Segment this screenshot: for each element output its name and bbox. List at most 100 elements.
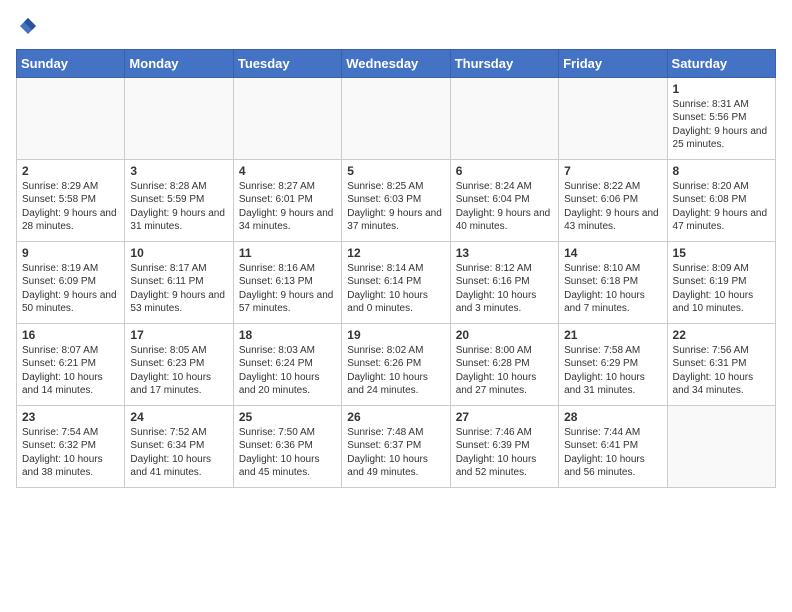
calendar-cell: 3 Sunrise: 8:28 AM Sunset: 5:59 PM Daylig… xyxy=(125,159,233,241)
day-number: 17 xyxy=(130,328,227,342)
day-info: Sunrise: 7:46 AM Sunset: 6:39 PM Dayligh… xyxy=(456,426,553,480)
calendar-cell: 17 Sunrise: 8:05 AM Sunset: 6:23 PM Dayli… xyxy=(125,323,233,405)
calendar-cell: 19 Sunrise: 8:02 AM Sunset: 6:26 PM Dayli… xyxy=(342,323,450,405)
day-number: 23 xyxy=(22,410,119,424)
day-info: Sunrise: 8:07 AM Sunset: 6:21 PM Dayligh… xyxy=(22,344,119,398)
calendar-cell: 22 Sunrise: 7:56 AM Sunset: 6:31 PM Dayli… xyxy=(667,323,775,405)
day-info: Sunrise: 8:00 AM Sunset: 6:28 PM Dayligh… xyxy=(456,344,553,398)
calendar-cell xyxy=(17,77,125,159)
week-row-2: 2 Sunrise: 8:29 AM Sunset: 5:58 PM Daylig… xyxy=(17,159,776,241)
day-number: 2 xyxy=(22,164,119,178)
day-number: 12 xyxy=(347,246,444,260)
day-number: 22 xyxy=(673,328,770,342)
calendar-cell: 18 Sunrise: 8:03 AM Sunset: 6:24 PM Dayli… xyxy=(233,323,341,405)
page-header xyxy=(16,16,776,41)
day-header-wednesday: Wednesday xyxy=(342,49,450,77)
calendar-cell xyxy=(233,77,341,159)
day-number: 6 xyxy=(456,164,553,178)
day-info: Sunrise: 8:16 AM Sunset: 6:13 PM Dayligh… xyxy=(239,262,336,316)
day-number: 5 xyxy=(347,164,444,178)
day-info: Sunrise: 8:24 AM Sunset: 6:04 PM Dayligh… xyxy=(456,180,553,234)
day-header-monday: Monday xyxy=(125,49,233,77)
calendar-cell: 24 Sunrise: 7:52 AM Sunset: 6:34 PM Dayli… xyxy=(125,405,233,487)
logo-icon xyxy=(18,16,38,36)
day-number: 1 xyxy=(673,82,770,96)
day-info: Sunrise: 7:52 AM Sunset: 6:34 PM Dayligh… xyxy=(130,426,227,480)
day-number: 20 xyxy=(456,328,553,342)
day-info: Sunrise: 8:17 AM Sunset: 6:11 PM Dayligh… xyxy=(130,262,227,316)
day-info: Sunrise: 8:10 AM Sunset: 6:18 PM Dayligh… xyxy=(564,262,661,316)
day-number: 13 xyxy=(456,246,553,260)
calendar-cell: 12 Sunrise: 8:14 AM Sunset: 6:14 PM Dayli… xyxy=(342,241,450,323)
day-info: Sunrise: 7:58 AM Sunset: 6:29 PM Dayligh… xyxy=(564,344,661,398)
calendar-cell: 23 Sunrise: 7:54 AM Sunset: 6:32 PM Dayli… xyxy=(17,405,125,487)
calendar-table: SundayMondayTuesdayWednesdayThursdayFrid… xyxy=(16,49,776,488)
day-info: Sunrise: 8:05 AM Sunset: 6:23 PM Dayligh… xyxy=(130,344,227,398)
day-info: Sunrise: 8:31 AM Sunset: 5:56 PM Dayligh… xyxy=(673,98,770,152)
day-number: 10 xyxy=(130,246,227,260)
day-header-sunday: Sunday xyxy=(17,49,125,77)
day-header-friday: Friday xyxy=(559,49,667,77)
day-number: 16 xyxy=(22,328,119,342)
calendar-cell: 8 Sunrise: 8:20 AM Sunset: 6:08 PM Daylig… xyxy=(667,159,775,241)
day-number: 27 xyxy=(456,410,553,424)
calendar-cell: 26 Sunrise: 7:48 AM Sunset: 6:37 PM Dayli… xyxy=(342,405,450,487)
calendar-cell xyxy=(342,77,450,159)
day-info: Sunrise: 7:44 AM Sunset: 6:41 PM Dayligh… xyxy=(564,426,661,480)
day-info: Sunrise: 8:12 AM Sunset: 6:16 PM Dayligh… xyxy=(456,262,553,316)
day-info: Sunrise: 8:14 AM Sunset: 6:14 PM Dayligh… xyxy=(347,262,444,316)
day-info: Sunrise: 7:50 AM Sunset: 6:36 PM Dayligh… xyxy=(239,426,336,480)
week-row-4: 16 Sunrise: 8:07 AM Sunset: 6:21 PM Dayli… xyxy=(17,323,776,405)
calendar-cell: 6 Sunrise: 8:24 AM Sunset: 6:04 PM Daylig… xyxy=(450,159,558,241)
day-number: 21 xyxy=(564,328,661,342)
day-info: Sunrise: 8:09 AM Sunset: 6:19 PM Dayligh… xyxy=(673,262,770,316)
day-number: 19 xyxy=(347,328,444,342)
day-number: 25 xyxy=(239,410,336,424)
day-info: Sunrise: 8:27 AM Sunset: 6:01 PM Dayligh… xyxy=(239,180,336,234)
week-row-3: 9Sunrise: 8:19 AM Sunset: 6:09 PM Daylig… xyxy=(17,241,776,323)
day-info: Sunrise: 8:22 AM Sunset: 6:06 PM Dayligh… xyxy=(564,180,661,234)
calendar-cell xyxy=(450,77,558,159)
calendar-cell: 1 Sunrise: 8:31 AM Sunset: 5:56 PM Daylig… xyxy=(667,77,775,159)
calendar-cell: 25 Sunrise: 7:50 AM Sunset: 6:36 PM Dayli… xyxy=(233,405,341,487)
day-number: 24 xyxy=(130,410,227,424)
day-header-saturday: Saturday xyxy=(667,49,775,77)
calendar-cell xyxy=(667,405,775,487)
calendar-cell: 14 Sunrise: 8:10 AM Sunset: 6:18 PM Dayli… xyxy=(559,241,667,323)
calendar-cell: 20 Sunrise: 8:00 AM Sunset: 6:28 PM Dayli… xyxy=(450,323,558,405)
calendar-cell: 28Sunrise: 7:44 AM Sunset: 6:41 PM Dayli… xyxy=(559,405,667,487)
day-info: Sunrise: 7:48 AM Sunset: 6:37 PM Dayligh… xyxy=(347,426,444,480)
calendar-cell: 27 Sunrise: 7:46 AM Sunset: 6:39 PM Dayli… xyxy=(450,405,558,487)
day-info: Sunrise: 8:28 AM Sunset: 5:59 PM Dayligh… xyxy=(130,180,227,234)
day-number: 14 xyxy=(564,246,661,260)
day-number: 8 xyxy=(673,164,770,178)
calendar-cell: 15 Sunrise: 8:09 AM Sunset: 6:19 PM Dayli… xyxy=(667,241,775,323)
day-number: 3 xyxy=(130,164,227,178)
day-header-tuesday: Tuesday xyxy=(233,49,341,77)
day-info: Sunrise: 8:29 AM Sunset: 5:58 PM Dayligh… xyxy=(22,180,119,234)
calendar-cell xyxy=(125,77,233,159)
day-info: Sunrise: 8:20 AM Sunset: 6:08 PM Dayligh… xyxy=(673,180,770,234)
calendar-cell: 7 Sunrise: 8:22 AM Sunset: 6:06 PM Daylig… xyxy=(559,159,667,241)
day-number: 18 xyxy=(239,328,336,342)
day-number: 26 xyxy=(347,410,444,424)
day-header-thursday: Thursday xyxy=(450,49,558,77)
calendar-cell: 11 Sunrise: 8:16 AM Sunset: 6:13 PM Dayli… xyxy=(233,241,341,323)
day-info: Sunrise: 8:02 AM Sunset: 6:26 PM Dayligh… xyxy=(347,344,444,398)
day-number: 11 xyxy=(239,246,336,260)
day-number: 4 xyxy=(239,164,336,178)
day-info: Sunrise: 8:25 AM Sunset: 6:03 PM Dayligh… xyxy=(347,180,444,234)
calendar-cell: 9Sunrise: 8:19 AM Sunset: 6:09 PM Daylig… xyxy=(17,241,125,323)
calendar-cell: 4 Sunrise: 8:27 AM Sunset: 6:01 PM Daylig… xyxy=(233,159,341,241)
day-number: 7 xyxy=(564,164,661,178)
day-info: Sunrise: 7:54 AM Sunset: 6:32 PM Dayligh… xyxy=(22,426,119,480)
calendar-cell: 5 Sunrise: 8:25 AM Sunset: 6:03 PM Daylig… xyxy=(342,159,450,241)
week-row-1: 1 Sunrise: 8:31 AM Sunset: 5:56 PM Daylig… xyxy=(17,77,776,159)
day-info: Sunrise: 8:19 AM Sunset: 6:09 PM Dayligh… xyxy=(22,262,119,316)
day-info: Sunrise: 8:03 AM Sunset: 6:24 PM Dayligh… xyxy=(239,344,336,398)
day-info: Sunrise: 7:56 AM Sunset: 6:31 PM Dayligh… xyxy=(673,344,770,398)
week-row-5: 23 Sunrise: 7:54 AM Sunset: 6:32 PM Dayli… xyxy=(17,405,776,487)
calendar-cell: 21 Sunrise: 7:58 AM Sunset: 6:29 PM Dayli… xyxy=(559,323,667,405)
day-number: 15 xyxy=(673,246,770,260)
calendar-cell: 2 Sunrise: 8:29 AM Sunset: 5:58 PM Daylig… xyxy=(17,159,125,241)
